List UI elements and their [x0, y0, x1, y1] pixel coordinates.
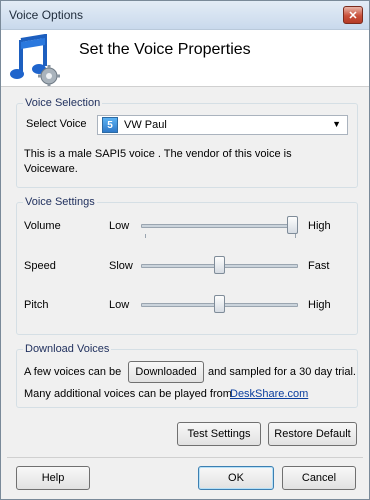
- page-title: Set the Voice Properties: [79, 41, 251, 58]
- volume-tick-max: [295, 234, 296, 238]
- voice-selection-label: Voice Selection: [23, 97, 103, 109]
- cancel-button[interactable]: Cancel: [282, 466, 356, 490]
- volume-min-label: Low: [109, 220, 130, 232]
- speed-max-label: Fast: [308, 260, 330, 272]
- title-bar: Voice Options ✕: [1, 1, 369, 30]
- deskshare-link[interactable]: DeskShare.com: [230, 388, 308, 400]
- pitch-slider-thumb[interactable]: [214, 295, 225, 313]
- help-button[interactable]: Help: [16, 466, 90, 490]
- voice-options-window: Voice Options ✕ Set the Voice Properties…: [0, 0, 370, 500]
- pitch-label: Pitch: [24, 299, 49, 311]
- voice-description-line2: Voiceware.: [24, 163, 78, 175]
- close-button[interactable]: ✕: [343, 6, 363, 24]
- download-voices-label: Download Voices: [23, 343, 112, 355]
- volume-slider-track[interactable]: [141, 224, 298, 228]
- volume-label: Volume: [24, 220, 61, 232]
- sapi5-icon: 5: [102, 117, 118, 133]
- voice-settings-group: Voice Settings Volume Low High Speed Slo…: [16, 196, 358, 335]
- download-text-line2: Many additional voices can be played fro…: [24, 388, 232, 400]
- header-banner: Set the Voice Properties: [1, 30, 369, 87]
- voice-description-line1: This is a male SAPI5 voice . The vendor …: [24, 148, 292, 160]
- volume-max-label: High: [308, 220, 331, 232]
- pitch-max-label: High: [308, 299, 331, 311]
- restore-default-button[interactable]: Restore Default: [268, 422, 357, 446]
- selected-voice-value: VW Paul: [124, 119, 167, 131]
- test-settings-button[interactable]: Test Settings: [177, 422, 261, 446]
- download-voices-group: Download Voices A few voices can be Down…: [16, 343, 358, 408]
- volume-slider-thumb[interactable]: [287, 216, 298, 234]
- select-voice-label: Select Voice: [26, 118, 87, 130]
- voice-settings-label: Voice Settings: [23, 196, 97, 208]
- download-text-suffix: and sampled for a 30 day trial.: [208, 366, 356, 378]
- ok-button[interactable]: OK: [198, 466, 274, 490]
- download-text-prefix: A few voices can be: [24, 366, 122, 378]
- volume-tick-min: [145, 234, 146, 238]
- footer-divider: [7, 457, 363, 458]
- music-note-gear-icon: [10, 34, 60, 86]
- downloaded-button[interactable]: Downloaded: [128, 361, 204, 383]
- pitch-min-label: Low: [109, 299, 130, 311]
- speed-min-label: Slow: [109, 260, 133, 272]
- window-title: Voice Options: [9, 8, 84, 22]
- speed-label: Speed: [24, 260, 56, 272]
- voice-dropdown[interactable]: 5 VW Paul ▼: [97, 115, 348, 135]
- chevron-down-icon: ▼: [332, 119, 341, 129]
- close-icon: ✕: [348, 9, 358, 22]
- speed-slider-thumb[interactable]: [214, 256, 225, 274]
- voice-selection-group: Voice Selection Select Voice 5 VW Paul ▼…: [16, 97, 358, 188]
